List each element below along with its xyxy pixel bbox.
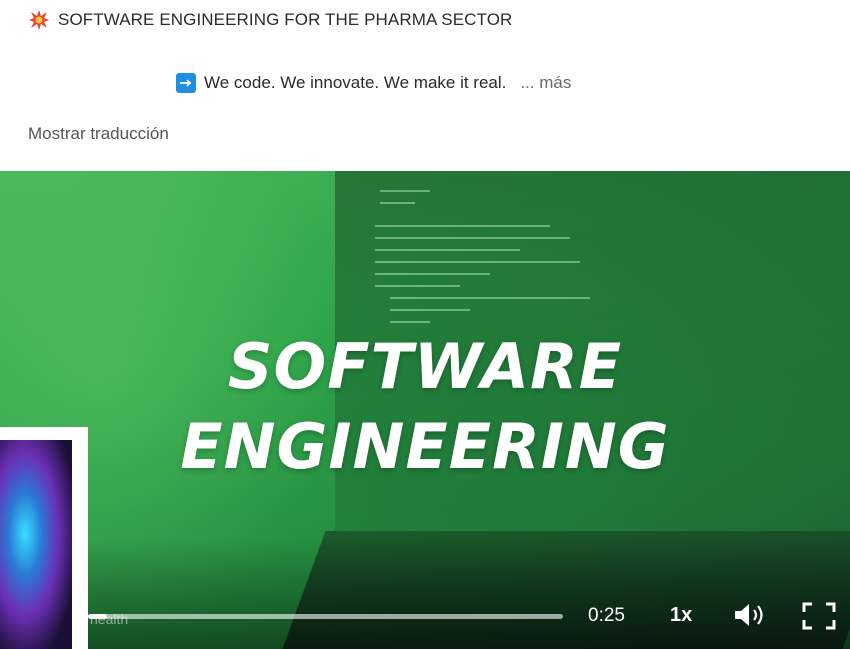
post-header-text: SOFTWARE ENGINEERING FOR THE PHARMA SECT… xyxy=(58,10,513,29)
fullscreen-icon[interactable] xyxy=(802,602,836,630)
video-title-line2: ENGINEERING xyxy=(180,410,670,483)
tagline-text: We code. We innovate. We make it real. xyxy=(204,73,507,92)
show-translation-link[interactable]: Mostrar traducción xyxy=(28,124,169,144)
playback-speed-button[interactable]: 1x xyxy=(670,604,692,627)
progress-bar[interactable] xyxy=(88,614,563,619)
tagline-row: We code. We innovate. We make it real. .… xyxy=(176,71,571,95)
time-display: 0:25 xyxy=(588,605,625,626)
right-arrow-icon xyxy=(176,73,196,93)
volume-icon[interactable] xyxy=(732,601,768,629)
collision-icon xyxy=(29,10,49,30)
video-title-line1: SOFTWARE xyxy=(227,330,623,403)
code-lines-decoration xyxy=(375,190,590,323)
thumbnail-image[interactable] xyxy=(0,440,72,649)
see-more-link[interactable]: ... más xyxy=(520,73,571,93)
video-player[interactable]: SOFTWARE ENGINEERING 0:25 1x xyxy=(0,171,850,649)
post-header: SOFTWARE ENGINEERING FOR THE PHARMA SECT… xyxy=(28,8,512,32)
video-watermark: health xyxy=(90,611,129,627)
controls-shade xyxy=(0,539,850,649)
